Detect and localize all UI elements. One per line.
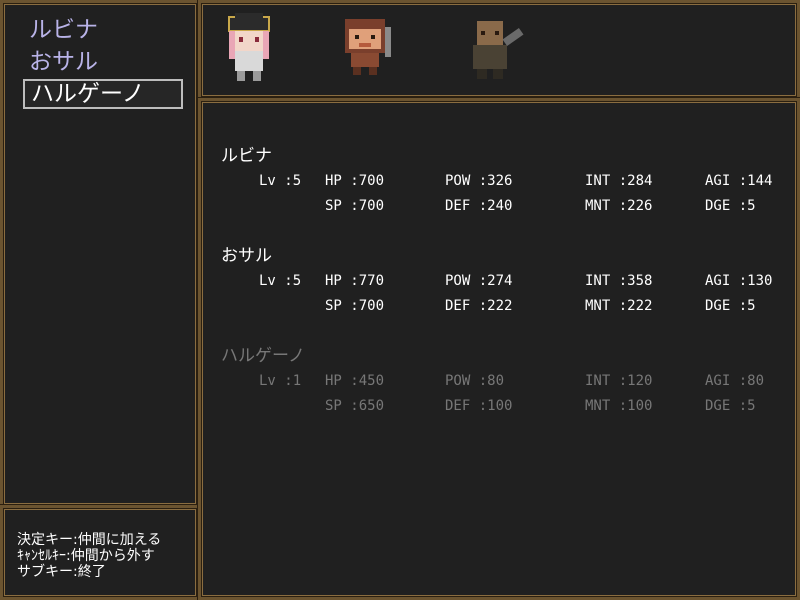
stat-sp: SP :700	[325, 198, 385, 214]
stat-mnt: MNT :222	[585, 298, 653, 314]
stat-name-rubina: ルビナ	[221, 146, 272, 166]
stat-name-harugeno: ハルゲーノ	[221, 346, 305, 366]
rubina-sprite-icon	[228, 13, 270, 81]
party-member-rubina[interactable]: ルビナ	[23, 15, 183, 45]
harugeno-sprite-icon	[473, 21, 524, 79]
stat-int: INT :358	[585, 273, 653, 289]
stat-def: DEF :222	[445, 298, 513, 314]
stat-mnt: MNT :100	[585, 398, 653, 414]
stat-pow: POW :326	[445, 173, 513, 189]
stat-sp: SP :700	[325, 298, 385, 314]
stat-hp: HP :700	[325, 173, 385, 189]
party-sprites-window	[198, 0, 800, 100]
stat-lv: Lv :1	[259, 373, 302, 389]
stat-lv: Lv :5	[259, 173, 302, 189]
stat-agi: AGI :144	[705, 173, 773, 189]
osaru-sprite-icon	[345, 19, 391, 75]
help-line-confirm: 決定キー:仲間に加える	[17, 532, 162, 548]
stat-sp: SP :650	[325, 398, 385, 414]
stat-hp: HP :770	[325, 273, 385, 289]
stat-dge: DGE :5	[705, 398, 756, 414]
stat-agi: AGI :130	[705, 273, 773, 289]
party-member-osaru[interactable]: おサル	[23, 47, 183, 77]
stat-dge: DGE :5	[705, 198, 756, 214]
stat-def: DEF :240	[445, 198, 513, 214]
stat-def: DEF :100	[445, 398, 513, 414]
stat-lv: Lv :5	[259, 273, 302, 289]
stat-mnt: MNT :226	[585, 198, 653, 214]
help-line-cancel: ｷｬﾝｾﾙｷｰ:仲間から外す	[17, 548, 155, 564]
stat-int: INT :120	[585, 373, 653, 389]
stat-dge: DGE :5	[705, 298, 756, 314]
status-window: ルビナ Lv :5 HP :700 POW :326 INT :284 AGI …	[198, 98, 800, 600]
stat-name-osaru: おサル	[221, 246, 272, 266]
stat-pow: POW :80	[445, 373, 505, 389]
party-list-window: ルビナ おサル ハルゲーノ	[0, 0, 200, 508]
stat-hp: HP :450	[325, 373, 385, 389]
help-line-sub: サブキー:終了	[17, 564, 106, 580]
help-window: 決定キー:仲間に加える ｷｬﾝｾﾙｷｰ:仲間から外す サブキー:終了	[0, 505, 200, 600]
stat-int: INT :284	[585, 173, 653, 189]
party-member-harugeno[interactable]: ハルゲーノ	[23, 79, 183, 109]
stat-pow: POW :274	[445, 273, 513, 289]
stat-agi: AGI :80	[705, 373, 765, 389]
